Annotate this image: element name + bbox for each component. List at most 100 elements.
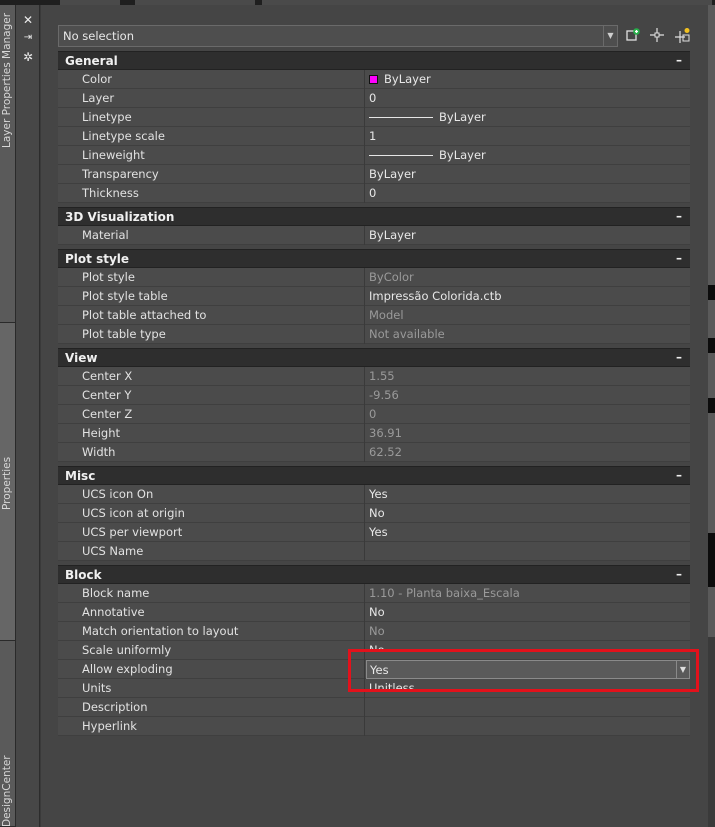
property-name: Units bbox=[58, 679, 365, 698]
close-icon[interactable]: ✕ bbox=[21, 13, 35, 27]
property-value-text: 0 bbox=[369, 407, 377, 421]
category-header[interactable]: Misc – bbox=[58, 466, 690, 485]
property-name: Block name bbox=[58, 584, 365, 603]
tab-properties[interactable]: Properties bbox=[0, 323, 15, 641]
property-value[interactable]: ByLayer bbox=[366, 108, 690, 127]
property-name: Transparency bbox=[58, 165, 365, 184]
tab-layer-properties-manager[interactable]: Layer Properties Manager bbox=[0, 5, 15, 323]
property-name: Layer bbox=[58, 89, 365, 108]
tab-label: Layer Properties Manager bbox=[1, 13, 13, 149]
property-name: UCS per viewport bbox=[58, 523, 365, 542]
property-row[interactable]: Lineweight ByLayer bbox=[58, 146, 690, 165]
property-row[interactable]: Center Z 0 bbox=[58, 405, 690, 424]
property-value-text: No bbox=[369, 506, 385, 520]
property-row[interactable]: Transparency ByLayer bbox=[58, 165, 690, 184]
property-value-text: ByColor bbox=[369, 270, 414, 284]
palette-title-strip: ✕ ⇥ ✲ bbox=[16, 5, 40, 827]
property-name: Material bbox=[58, 226, 365, 245]
property-name: Width bbox=[58, 443, 365, 462]
property-row[interactable]: Annotative No bbox=[58, 603, 690, 622]
collapse-icon[interactable]: – bbox=[676, 251, 682, 265]
property-row[interactable]: UCS icon at origin No bbox=[58, 504, 690, 523]
property-name: Hyperlink bbox=[58, 717, 365, 736]
property-value[interactable]: 1 bbox=[366, 127, 690, 146]
property-row[interactable]: Plot table attached to Model bbox=[58, 306, 690, 325]
property-name: Linetype bbox=[58, 108, 365, 127]
category-header[interactable]: Plot style – bbox=[58, 249, 690, 268]
property-row[interactable]: Description bbox=[58, 698, 690, 717]
property-row[interactable]: Center Y -9.56 bbox=[58, 386, 690, 405]
property-row[interactable]: Center X 1.55 bbox=[58, 367, 690, 386]
property-value[interactable]: No bbox=[366, 603, 690, 622]
property-row[interactable]: Layer 0 bbox=[58, 89, 690, 108]
settings-icon[interactable]: ✲ bbox=[21, 50, 35, 64]
property-row[interactable]: UCS Name bbox=[58, 542, 690, 561]
property-row[interactable]: Block name 1.10 - Planta baixa_Escala bbox=[58, 584, 690, 603]
property-row[interactable]: Linetype scale 1 bbox=[58, 127, 690, 146]
property-value[interactable]: ByLayer bbox=[366, 146, 690, 165]
collapse-icon[interactable]: – bbox=[676, 350, 682, 364]
property-row[interactable]: Plot style ByColor bbox=[58, 268, 690, 287]
property-row[interactable]: Linetype ByLayer bbox=[58, 108, 690, 127]
selection-value: No selection bbox=[63, 29, 134, 43]
property-value[interactable]: ByLayer bbox=[366, 226, 690, 245]
category-header[interactable]: 3D Visualization – bbox=[58, 207, 690, 226]
property-value[interactable] bbox=[366, 542, 690, 561]
property-value: 1.55 bbox=[366, 367, 690, 386]
property-value: -9.56 bbox=[366, 386, 690, 405]
property-value[interactable]: Yes bbox=[366, 523, 690, 542]
property-name: Description bbox=[58, 698, 365, 717]
property-row[interactable]: UCS per viewport Yes bbox=[58, 523, 690, 542]
property-value: Not available bbox=[366, 325, 690, 344]
property-row[interactable]: Color ByLayer bbox=[58, 70, 690, 89]
property-row[interactable]: Plot style table Impressão Colorida.ctb bbox=[58, 287, 690, 306]
collapse-icon[interactable]: – bbox=[676, 567, 682, 581]
property-row[interactable]: Plot table type Not available bbox=[58, 325, 690, 344]
property-name: Center Z bbox=[58, 405, 365, 424]
selection-dropdown[interactable]: No selection ▼ bbox=[58, 25, 618, 47]
property-name: Color bbox=[58, 70, 365, 89]
property-value[interactable]: 0 bbox=[366, 89, 690, 108]
property-row[interactable]: Width 62.52 bbox=[58, 443, 690, 462]
property-value[interactable]: Yes bbox=[366, 485, 690, 504]
property-row[interactable]: Material ByLayer bbox=[58, 226, 690, 245]
property-name: Allow exploding bbox=[58, 660, 365, 679]
property-row[interactable]: Match orientation to layout No bbox=[58, 622, 690, 641]
property-value: 36.91 bbox=[366, 424, 690, 443]
property-row[interactable]: UCS icon On Yes bbox=[58, 485, 690, 504]
linetype-preview bbox=[369, 155, 433, 156]
select-objects-icon[interactable] bbox=[648, 27, 666, 45]
property-value[interactable]: Impressão Colorida.ctb bbox=[366, 287, 690, 306]
toggle-pickadd-icon[interactable] bbox=[674, 27, 692, 45]
property-row[interactable]: Thickness 0 bbox=[58, 184, 690, 203]
property-value[interactable] bbox=[366, 717, 690, 736]
property-name: Match orientation to layout bbox=[58, 622, 365, 641]
highlight-box bbox=[348, 649, 699, 692]
category-header[interactable]: General – bbox=[58, 51, 690, 70]
quick-select-icon[interactable] bbox=[624, 27, 642, 45]
chevron-down-icon[interactable]: ▼ bbox=[603, 26, 617, 46]
property-value: ByColor bbox=[366, 268, 690, 287]
property-name: Annotative bbox=[58, 603, 365, 622]
property-value-text: 1.10 - Planta baixa_Escala bbox=[369, 586, 520, 600]
property-value[interactable] bbox=[366, 698, 690, 717]
property-value-text: No bbox=[369, 624, 385, 638]
category-header[interactable]: View – bbox=[58, 348, 690, 367]
tab-designcenter[interactable]: DesignCenter bbox=[0, 641, 15, 827]
category-title: View bbox=[65, 351, 98, 365]
property-value[interactable]: ByLayer bbox=[366, 165, 690, 184]
property-row[interactable]: Hyperlink bbox=[58, 717, 690, 736]
property-value[interactable]: ByLayer bbox=[366, 70, 690, 89]
collapse-icon[interactable]: – bbox=[676, 209, 682, 223]
property-value[interactable]: No bbox=[366, 504, 690, 523]
category-title: 3D Visualization bbox=[65, 210, 175, 224]
property-value[interactable]: 0 bbox=[366, 184, 690, 203]
property-value-text: Yes bbox=[369, 487, 388, 501]
collapse-icon[interactable]: – bbox=[676, 468, 682, 482]
property-row[interactable]: Height 36.91 bbox=[58, 424, 690, 443]
category-header[interactable]: Block – bbox=[58, 565, 690, 584]
property-name: UCS Name bbox=[58, 542, 365, 561]
autohide-icon[interactable]: ⇥ bbox=[21, 31, 35, 45]
collapse-icon[interactable]: – bbox=[676, 53, 682, 67]
property-name: Center Y bbox=[58, 386, 365, 405]
